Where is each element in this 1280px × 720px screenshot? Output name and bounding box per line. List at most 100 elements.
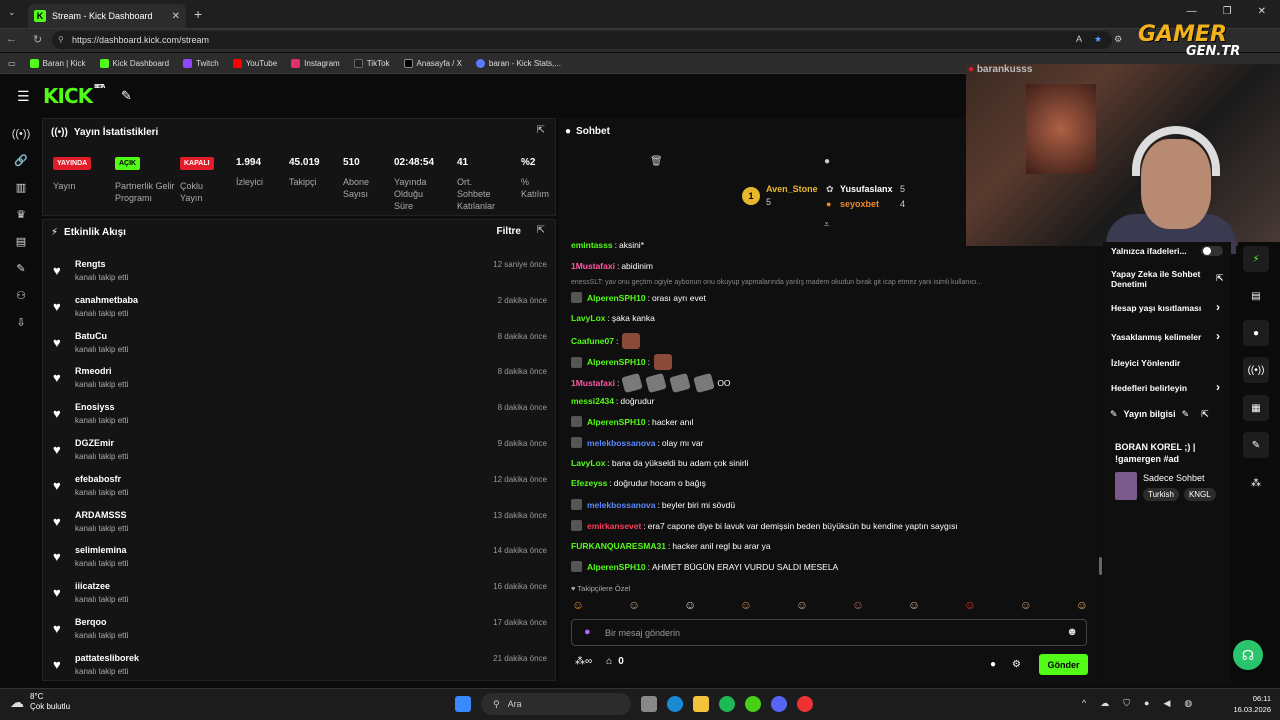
link-icon[interactable]: 🔗 <box>14 154 28 167</box>
quick-emote[interactable]: ☺ <box>1076 598 1088 612</box>
mic-icon[interactable]: ● <box>1144 698 1149 709</box>
stream-icon[interactable]: ((•)) <box>12 128 31 140</box>
refresh-icon[interactable]: ↻ <box>33 33 42 46</box>
chat-username[interactable]: messi2434 <box>571 396 614 406</box>
chat-scrollbar[interactable] <box>1099 557 1102 575</box>
file-explorer-icon[interactable] <box>693 696 709 712</box>
activity-item[interactable]: ♥ BatuCu kanalı takip etti 8 dakika önce <box>53 326 547 360</box>
activity-item[interactable]: ♥ Enosiyss kanalı takip etti 8 dakika önce <box>53 397 547 431</box>
broadcast-icon[interactable]: ((•)) <box>1243 357 1269 383</box>
emotes-only-setting[interactable]: Yalnızca ifadeleri... <box>1111 246 1187 256</box>
activity-item[interactable]: ♥ ARDAMSSS kanalı takip etti 13 dakika önce <box>53 505 547 539</box>
chat-username[interactable]: Caafune07 <box>571 336 614 346</box>
tab-list-icon[interactable]: ⌄ <box>8 7 16 18</box>
redirect-viewers-setting[interactable]: İzleyici Yönlendir <box>1111 358 1180 368</box>
goals-setting[interactable]: Hedefleri belirleyin › <box>1111 380 1220 394</box>
chat-icon[interactable]: ● <box>1243 320 1269 346</box>
chat-message[interactable]: LavyLox: bana da yükseldi bu adam çok si… <box>571 458 748 468</box>
quick-emote[interactable]: ☺ <box>796 598 808 612</box>
activity-item[interactable]: ♥ selimlemina kanalı takip etti 14 dakika ö… <box>53 540 547 574</box>
quick-emote[interactable]: ☺ <box>684 598 696 612</box>
chat-message[interactable]: AlperenSPH10: orası ayrı evet <box>571 292 706 303</box>
close-window-icon[interactable]: ✕ <box>1258 6 1266 17</box>
chat-message[interactable]: FURKANQUARESMA31: hacker anil regl bu ar… <box>571 541 771 551</box>
ai-moderation-setting[interactable]: Yapay Zeka ile Sohbet Denetimi ⇱ <box>1111 269 1224 289</box>
network-icon[interactable]: ◍ <box>1184 698 1192 709</box>
creator-tools-icon[interactable]: ✎ <box>121 88 132 104</box>
chat-username[interactable]: 1Mustafaxi <box>571 378 615 388</box>
popout-icon[interactable]: ⇱ <box>1201 409 1209 420</box>
chat-message[interactable]: melekbossanova: olay mı var <box>571 437 703 448</box>
security-icon[interactable]: ⛉ <box>1123 698 1130 709</box>
new-tab-icon[interactable]: + <box>194 6 202 22</box>
settings-gear-icon[interactable]: ⚙ <box>1012 659 1021 670</box>
task-view-icon[interactable] <box>641 696 657 712</box>
expand-chevron-icon[interactable]: ⩡ <box>824 219 829 230</box>
chat-message[interactable]: AlperenSPH10: hacker anıl <box>571 416 694 427</box>
filter-button[interactable]: Filtre <box>497 226 521 237</box>
account-age-setting[interactable]: Hesap yaşı kısıtlaması › <box>1111 300 1220 314</box>
edge-icon[interactable] <box>667 696 683 712</box>
quick-emote[interactable]: ☺ <box>740 598 752 612</box>
chat-username[interactable]: FURKANQUARESMA31 <box>571 541 666 551</box>
gift-box-icon[interactable]: ⌂ <box>606 656 612 667</box>
bookmark-baran-kick[interactable]: Baran | Kick <box>29 58 86 68</box>
users-icon[interactable]: ⚇ <box>16 289 26 302</box>
support-headset-icon[interactable]: ☊ <box>1233 640 1263 670</box>
chat-username[interactable]: melekbossanova <box>587 500 656 510</box>
sidebar-toggle-icon[interactable]: ▭ <box>8 59 16 68</box>
download-icon[interactable]: ⇩ <box>16 316 25 329</box>
activity-item[interactable]: ♥ Berqoo kanalı takip etti 17 dakika önce <box>53 612 547 646</box>
emotes-only-toggle[interactable] <box>1201 246 1223 256</box>
volume-icon[interactable]: ◀ <box>1163 698 1170 709</box>
share-icon[interactable]: ⁂ <box>1243 470 1269 496</box>
chat-message[interactable]: Caafune07: <box>571 333 644 349</box>
tag[interactable]: KNGL <box>1183 488 1216 501</box>
chat-username[interactable]: 1Mustafaxi <box>571 261 615 271</box>
trophy-icon[interactable]: ♛ <box>16 208 26 221</box>
bookmark-kick-dashboard[interactable]: Kick Dashboard <box>99 58 169 68</box>
quick-action-bolt-icon[interactable]: ⚡ <box>1243 246 1269 272</box>
mic-icon[interactable]: ● <box>584 626 591 638</box>
channel-points-icon[interactable]: ⁂∞ <box>575 656 592 667</box>
quick-emote[interactable]: ☺ <box>628 598 640 612</box>
browser-tab[interactable]: K Stream - Kick Dashboard ✕ <box>28 4 186 28</box>
app-icon[interactable] <box>745 696 761 712</box>
send-button[interactable]: Gönder <box>1039 654 1088 675</box>
activity-item[interactable]: ♥ iiicatzee kanalı takip etti 16 dakika önc… <box>53 576 547 610</box>
wrench-icon[interactable]: ✎ <box>1243 432 1269 458</box>
kick-logo[interactable]: KICK BETA <box>43 84 105 108</box>
opera-icon[interactable] <box>797 696 813 712</box>
discord-icon[interactable] <box>771 696 787 712</box>
activity-item[interactable]: ♥ efebabosfr kanalı takip etti 12 dakika ön… <box>53 469 547 503</box>
chat-emote[interactable] <box>653 354 672 370</box>
quick-emote[interactable]: ☺ <box>852 598 864 612</box>
quick-emote[interactable]: ☺ <box>1020 598 1032 612</box>
hamburger-menu-icon[interactable]: ☰ <box>17 88 30 105</box>
close-tab-icon[interactable]: ✕ <box>172 11 180 22</box>
banned-words-setting[interactable]: Yasaklanmış kelimeler › <box>1111 329 1220 343</box>
windows-start-icon[interactable] <box>455 696 471 712</box>
activity-item[interactable]: ♥ Rmeodri kanalı takip etti 8 dakika önce <box>53 361 547 395</box>
analytics-icon[interactable]: ▥ <box>16 181 26 194</box>
bookmark-x[interactable]: Anasayfa / X <box>403 58 462 68</box>
quick-emote[interactable]: ☺ <box>572 598 584 612</box>
chat-username[interactable]: emirkansevet <box>587 521 641 531</box>
bookmark-instagram[interactable]: Instagram <box>291 58 340 68</box>
read-aloud-icon[interactable]: A <box>1076 34 1082 45</box>
chat-message[interactable]: messi2434: doğrudur <box>571 396 654 406</box>
taskbar-clock[interactable]: 06:11 16.03.2026 <box>1215 693 1271 715</box>
cloud-icon[interactable]: ☁ <box>1100 698 1109 709</box>
minimize-icon[interactable]: — <box>1187 6 1197 17</box>
quick-emote[interactable]: ☺ <box>908 598 920 612</box>
chat-username[interactable]: melekbossanova <box>587 438 656 448</box>
chat-options-icon[interactable]: ● <box>990 659 996 670</box>
chat-emote[interactable] <box>669 372 692 394</box>
edit-pencil-icon[interactable]: ✎ <box>1182 409 1190 420</box>
chat-message[interactable]: AlperenSPH10: AHMET BÜGÜN ERAYI VURDU SA… <box>571 561 838 572</box>
chat-username[interactable]: Efezeyss <box>571 478 607 488</box>
activity-item[interactable]: ♥ Rengts kanalı takip etti 12 saniye önce <box>53 254 547 288</box>
chat-emote[interactable] <box>622 333 641 349</box>
bookmark-twitch[interactable]: Twitch <box>183 58 219 68</box>
popout-icon[interactable]: ⇱ <box>537 125 545 136</box>
